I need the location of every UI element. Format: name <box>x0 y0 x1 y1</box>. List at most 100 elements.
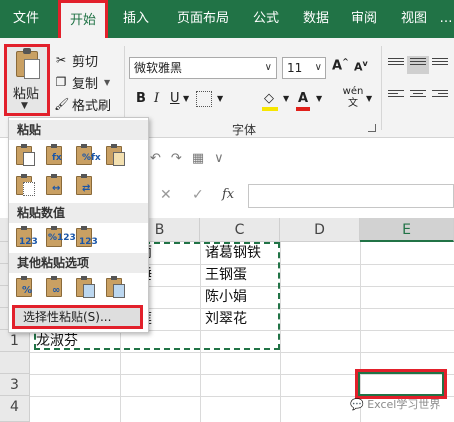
fill-color-swatch <box>262 107 278 111</box>
paste-linked-picture-icon[interactable] <box>105 275 127 299</box>
grid-line <box>30 352 454 353</box>
paste-no-borders-icon[interactable] <box>15 173 37 197</box>
grid-line <box>280 242 281 422</box>
ribbon-tab-bar: 文件 开始 插入 页面布局 公式 数据 审阅 视图 … <box>0 0 454 40</box>
more-tabs-icon[interactable]: … <box>438 0 454 38</box>
font-name-value: 微软雅黑 <box>134 61 183 75</box>
chevron-down-icon[interactable]: ∨ <box>214 151 224 166</box>
paste-values-icon[interactable]: 123 <box>15 225 38 249</box>
chevron-down-icon[interactable]: ▼ <box>366 89 372 109</box>
font-group-label: 字体 <box>232 123 257 137</box>
cut-label: 剪切 <box>72 54 99 70</box>
format-painter-button[interactable]: 🖌 格式刷 <box>54 94 111 114</box>
borders-icon[interactable] <box>196 91 212 107</box>
chevron-down-icon[interactable]: ▼ <box>316 89 322 109</box>
phonetic-guide-button[interactable]: wén 文 <box>342 86 364 109</box>
paste-link-icon[interactable]: ∞ <box>45 275 67 299</box>
paintbrush-icon: 🖌 <box>54 97 70 111</box>
enter-icon[interactable]: ✓ <box>192 187 204 203</box>
tab-insert[interactable]: 插入 <box>116 0 156 38</box>
align-right-icon[interactable] <box>432 90 448 102</box>
format-painter-label: 格式刷 <box>72 98 112 114</box>
values-tag: 123 <box>19 237 38 247</box>
copy-label: 复制 <box>72 76 99 92</box>
cut-button[interactable]: ✂ 剪切 <box>54 50 98 70</box>
fx-tag: fx <box>52 153 62 163</box>
font-color-swatch <box>296 107 310 111</box>
column-header-d[interactable]: D <box>280 218 360 242</box>
align-center-icon[interactable] <box>410 90 426 102</box>
chevron-down-icon: ∨ <box>264 62 272 73</box>
chevron-down-icon[interactable]: ▼ <box>104 78 110 87</box>
tab-file[interactable]: 文件 <box>4 0 48 38</box>
phonetic-label: wén <box>342 86 364 97</box>
fill-color-icon[interactable]: ◇ <box>264 89 274 109</box>
row-header-3[interactable]: 3 <box>0 374 30 396</box>
paste-icon[interactable] <box>15 143 37 167</box>
paste-button[interactable]: 粘贴 ▼ <box>4 44 50 116</box>
scissors-icon: ✂ <box>55 53 67 67</box>
paste-label: 粘贴 <box>13 87 40 102</box>
row-header-1[interactable]: 1 <box>0 330 30 352</box>
clipboard-icon <box>16 48 40 79</box>
chevron-down-icon[interactable]: ▼ <box>283 89 289 109</box>
bold-button[interactable]: B <box>136 89 146 109</box>
section-other-paste-options: 其他粘贴选项 <box>9 253 148 273</box>
paste-options-menu: 粘贴 fx %fx ↔ ⇄ 粘贴数值 123 %123 123 其他粘贴选项 %… <box>8 117 149 333</box>
formula-input[interactable] <box>248 184 454 208</box>
font-size-value: 11 <box>287 61 303 75</box>
insert-function-icon[interactable]: fx <box>222 187 234 202</box>
watermark-text: Excel学习世界 <box>367 398 441 411</box>
tab-page-layout[interactable]: 页面布局 <box>164 0 242 38</box>
group-divider <box>381 46 382 130</box>
column-header-c[interactable]: C <box>200 218 280 242</box>
font-name-select[interactable]: 微软雅黑 ∨ <box>129 57 277 79</box>
dialog-launcher-icon[interactable] <box>368 124 376 132</box>
tab-home[interactable]: 开始 <box>58 0 108 40</box>
paste-picture-icon[interactable] <box>75 275 97 299</box>
redo-icon[interactable]: ↷ <box>171 151 182 166</box>
paste-formulas-icon[interactable]: fx <box>45 143 67 167</box>
row-header[interactable] <box>0 352 30 374</box>
tab-review[interactable]: 审阅 <box>344 0 384 38</box>
paste-special-menu-item[interactable]: 选择性粘贴(S)... <box>12 305 143 329</box>
font-size-select[interactable]: 11 ∨ <box>282 57 326 79</box>
row-header-4[interactable]: 4 <box>0 396 30 422</box>
chevron-down-icon[interactable]: ▼ <box>183 89 189 109</box>
paste-formatting-icon[interactable]: % <box>15 275 37 299</box>
paste-values-number-format-icon[interactable]: %123 <box>45 225 76 249</box>
italic-button[interactable]: I <box>154 89 159 109</box>
font-color-button[interactable]: A <box>298 89 308 109</box>
paste-values-source-format-icon[interactable]: 123 <box>75 225 98 249</box>
chevron-down-icon[interactable]: ▼ <box>21 101 28 111</box>
align-top-icon[interactable] <box>388 58 404 70</box>
shrink-font-button[interactable]: Av <box>354 59 368 74</box>
grow-font-label: A <box>332 58 343 74</box>
chart-icon[interactable]: ▦ <box>192 151 204 166</box>
values-format-tag: %123 <box>48 233 76 243</box>
paste-keep-source-format-icon[interactable] <box>105 143 127 167</box>
grow-font-button[interactable]: A^ <box>332 57 349 73</box>
tab-data[interactable]: 数据 <box>296 0 336 38</box>
values-source-tag: 123 <box>79 237 98 247</box>
quick-access-toolbar: ↶ ↷ ▦ ∨ <box>150 147 224 169</box>
align-left-icon[interactable] <box>388 90 404 102</box>
paste-formulas-number-format-icon[interactable]: %fx <box>75 143 101 167</box>
paste-transpose-icon[interactable]: ⇄ <box>75 173 97 197</box>
paste-keep-column-widths-icon[interactable]: ↔ <box>45 173 67 197</box>
tab-view[interactable]: 视图 <box>394 0 434 38</box>
copy-button[interactable]: ❐ 复制 ▼ <box>54 72 111 92</box>
undo-icon[interactable]: ↶ <box>150 151 161 166</box>
align-bottom-icon[interactable] <box>432 58 448 70</box>
percent-fx-tag: %fx <box>82 153 101 163</box>
tab-formulas[interactable]: 公式 <box>246 0 286 38</box>
shrink-font-label: A <box>354 60 363 74</box>
section-paste: 粘贴 <box>9 120 148 140</box>
align-middle-icon[interactable] <box>410 58 426 70</box>
copy-icon: ❐ <box>55 75 67 89</box>
cancel-icon[interactable]: ✕ <box>160 187 172 203</box>
selected-cell-e3[interactable] <box>355 369 447 399</box>
column-header-e[interactable]: E <box>360 218 454 242</box>
underline-button[interactable]: U <box>170 89 180 109</box>
chevron-down-icon[interactable]: ▼ <box>217 89 223 109</box>
